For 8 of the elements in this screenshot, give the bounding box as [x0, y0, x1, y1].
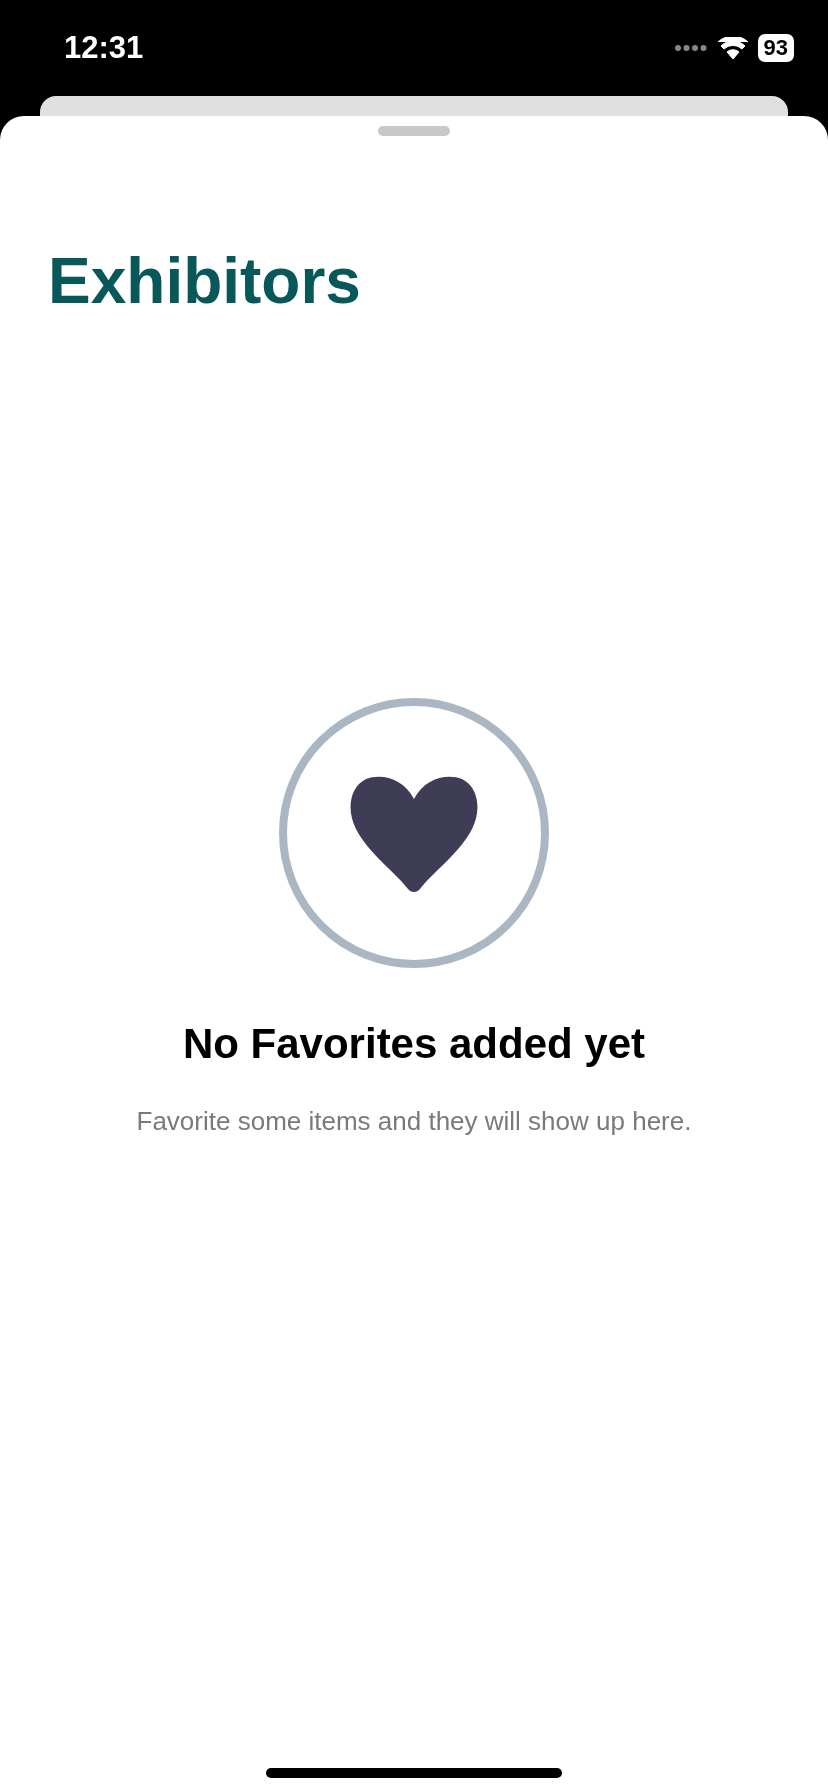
sheet-grabber[interactable] [378, 126, 450, 136]
page-title: Exhibitors [48, 244, 361, 318]
battery-indicator: 93 [757, 34, 794, 62]
empty-state-heading: No Favorites added yet [182, 1020, 646, 1068]
wifi-icon [717, 37, 748, 59]
empty-state-message: Favorite some items and they will show up here. [136, 1106, 692, 1137]
status-time: 12:31 [64, 30, 144, 66]
signal-icon [673, 44, 708, 52]
